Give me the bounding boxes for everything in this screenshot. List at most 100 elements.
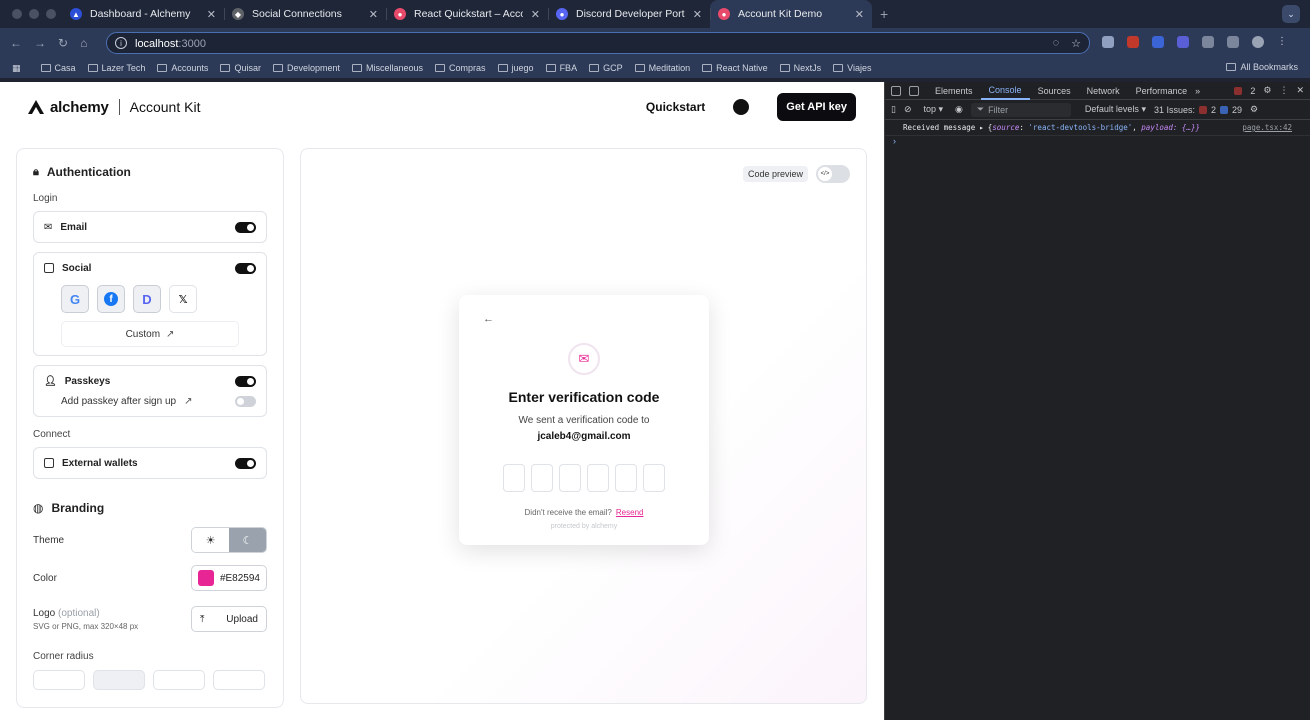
- gear-icon[interactable]: ⚙: [1263, 85, 1271, 96]
- reading-list-icon[interactable]: [1227, 36, 1239, 48]
- close-tab-icon[interactable]: ✕: [369, 8, 378, 21]
- browser-tab[interactable]: ▲ Dashboard - Alchemy ✕: [62, 0, 224, 28]
- code-preview-toggle[interactable]: [816, 165, 850, 183]
- tab-console[interactable]: Console: [980, 82, 1030, 100]
- more-tabs-icon[interactable]: »: [1195, 86, 1200, 96]
- sidebar-toggle-icon[interactable]: ▯: [891, 104, 896, 115]
- config-sidebar[interactable]: 🔒︎ Authentication Login ✉ Email Social G…: [16, 148, 284, 708]
- close-tab-icon[interactable]: ✕: [207, 8, 216, 21]
- social-toggle[interactable]: [235, 262, 256, 274]
- resend-link[interactable]: Resend: [616, 508, 644, 517]
- eye-slash-icon[interactable]: ◌: [1053, 37, 1060, 50]
- site-info-icon[interactable]: i: [115, 37, 127, 49]
- sun-icon[interactable]: ☀: [192, 528, 229, 552]
- radius-option[interactable]: [93, 670, 145, 690]
- otp-digit-input[interactable]: [531, 464, 553, 492]
- close-devtools-icon[interactable]: ✕: [1296, 85, 1304, 96]
- bookmark-folder[interactable]: Quisar: [220, 63, 261, 73]
- console-log-line[interactable]: Received message ▸ {source: 'react-devto…: [885, 120, 1310, 136]
- maximize-window-button[interactable]: [46, 9, 56, 19]
- radius-option[interactable]: [153, 670, 205, 690]
- reload-icon[interactable]: ↻: [58, 36, 68, 50]
- bookmark-folder[interactable]: NextJs: [779, 63, 821, 73]
- browser-tab[interactable]: ● Discord Developer Portal — My Applicat…: [548, 0, 710, 28]
- star-bookmark-icon[interactable]: ☆: [1071, 37, 1081, 50]
- color-swatch[interactable]: [198, 570, 214, 586]
- email-toggle[interactable]: [235, 221, 256, 233]
- new-tab-icon[interactable]: +: [880, 6, 888, 22]
- get-api-key-button[interactable]: Get API key: [777, 93, 856, 121]
- bookmark-folder[interactable]: Meditation: [634, 63, 690, 73]
- browser-tab[interactable]: ● React Quickstart – Account Kit ✕: [386, 0, 548, 28]
- minimize-window-button[interactable]: [29, 9, 39, 19]
- add-passkey-toggle[interactable]: [235, 396, 256, 407]
- log-source-link[interactable]: page.tsx:42: [1242, 123, 1292, 132]
- bookmark-folder[interactable]: Miscellaneous: [351, 63, 423, 73]
- bookmark-folder[interactable]: GCP: [589, 63, 623, 73]
- site-logo[interactable]: alchemy Account Kit: [28, 99, 200, 116]
- clear-console-icon[interactable]: ⊘: [904, 104, 912, 115]
- otp-digit-input[interactable]: [503, 464, 525, 492]
- eyedropper-extension-icon[interactable]: [1102, 36, 1114, 48]
- browser-tab-active[interactable]: ● Account Kit Demo ✕: [710, 0, 872, 28]
- passkeys-toggle[interactable]: [235, 375, 256, 387]
- moon-icon[interactable]: ☾: [229, 528, 266, 552]
- back-arrow-icon[interactable]: ←: [483, 313, 494, 325]
- radius-option[interactable]: [213, 670, 265, 690]
- close-tab-icon[interactable]: ✕: [693, 8, 702, 21]
- close-tab-icon[interactable]: ✕: [531, 8, 540, 21]
- gear-extension-icon[interactable]: [1177, 36, 1189, 48]
- bookmark-folder[interactable]: FBA: [545, 63, 577, 73]
- puzzle-extensions-icon[interactable]: [1202, 36, 1214, 48]
- otp-digit-input[interactable]: [615, 464, 637, 492]
- eye-icon[interactable]: ◉: [955, 104, 963, 115]
- external-wallets-toggle[interactable]: [235, 457, 256, 469]
- tab-performance[interactable]: Performance: [1128, 82, 1196, 100]
- apps-grid-icon[interactable]: ▦: [12, 63, 21, 74]
- otp-digit-input[interactable]: [587, 464, 609, 492]
- color-picker[interactable]: #E82594: [191, 565, 267, 591]
- home-icon[interactable]: ⌂: [80, 36, 87, 50]
- blue-extension-icon[interactable]: [1152, 36, 1164, 48]
- console-filter-input[interactable]: ⏷ Filter: [970, 102, 1071, 117]
- expand-triangle-icon[interactable]: ▸: [979, 123, 984, 132]
- custom-provider-button[interactable]: Custom ↗: [61, 321, 239, 347]
- device-toolbar-icon[interactable]: [909, 85, 919, 96]
- bookmark-folder[interactable]: Development: [272, 63, 340, 73]
- log-levels-dropdown[interactable]: Default levels ▾: [1085, 104, 1146, 115]
- all-bookmarks[interactable]: All Bookmarks: [1226, 62, 1298, 72]
- bookmark-folder[interactable]: React Native: [702, 63, 768, 73]
- tab-search-chevron-icon[interactable]: ⌄: [1282, 5, 1300, 23]
- more-menu-icon[interactable]: ⋮: [1279, 85, 1288, 96]
- bookmark-folder[interactable]: Lazer Tech: [87, 63, 145, 73]
- issues-counter[interactable]: 31 Issues: 2 29: [1154, 105, 1242, 115]
- close-tab-icon[interactable]: ✕: [855, 8, 864, 21]
- facebook-provider-button[interactable]: f: [97, 285, 125, 313]
- profile-avatar-icon[interactable]: [1252, 36, 1264, 48]
- theme-switch[interactable]: ☀ ☾: [191, 527, 267, 553]
- console-settings-gear-icon[interactable]: ⚙: [1250, 104, 1258, 115]
- bookmark-folder[interactable]: Viajes: [833, 63, 872, 73]
- external-link-icon[interactable]: ↗: [184, 396, 192, 407]
- more-menu-icon[interactable]: ⋮: [1277, 36, 1287, 48]
- forward-arrow-icon[interactable]: →: [34, 36, 46, 50]
- address-bar[interactable]: i localhost:3000 ◌ ☆: [106, 32, 1090, 54]
- discord-provider-button[interactable]: D: [133, 285, 161, 313]
- bookmark-folder[interactable]: juego: [497, 63, 534, 73]
- bookmark-folder[interactable]: Accounts: [157, 63, 208, 73]
- github-icon[interactable]: [733, 99, 750, 115]
- upload-button[interactable]: ⤒ Upload: [191, 606, 267, 632]
- radius-option[interactable]: [33, 670, 85, 690]
- back-arrow-icon[interactable]: ←: [10, 36, 22, 50]
- tab-network[interactable]: Network: [1079, 82, 1128, 100]
- inspect-element-icon[interactable]: [891, 85, 901, 96]
- close-window-button[interactable]: [12, 9, 22, 19]
- quickstart-link[interactable]: Quickstart: [646, 100, 705, 114]
- otp-digit-input[interactable]: [643, 464, 665, 492]
- context-selector[interactable]: top ▾: [920, 104, 948, 115]
- tab-elements[interactable]: Elements: [927, 82, 981, 100]
- red-extension-icon[interactable]: [1127, 36, 1139, 48]
- google-provider-button[interactable]: G: [61, 285, 89, 313]
- tab-sources[interactable]: Sources: [1030, 82, 1079, 100]
- browser-tab[interactable]: ◆ Social Connections ✕: [224, 0, 386, 28]
